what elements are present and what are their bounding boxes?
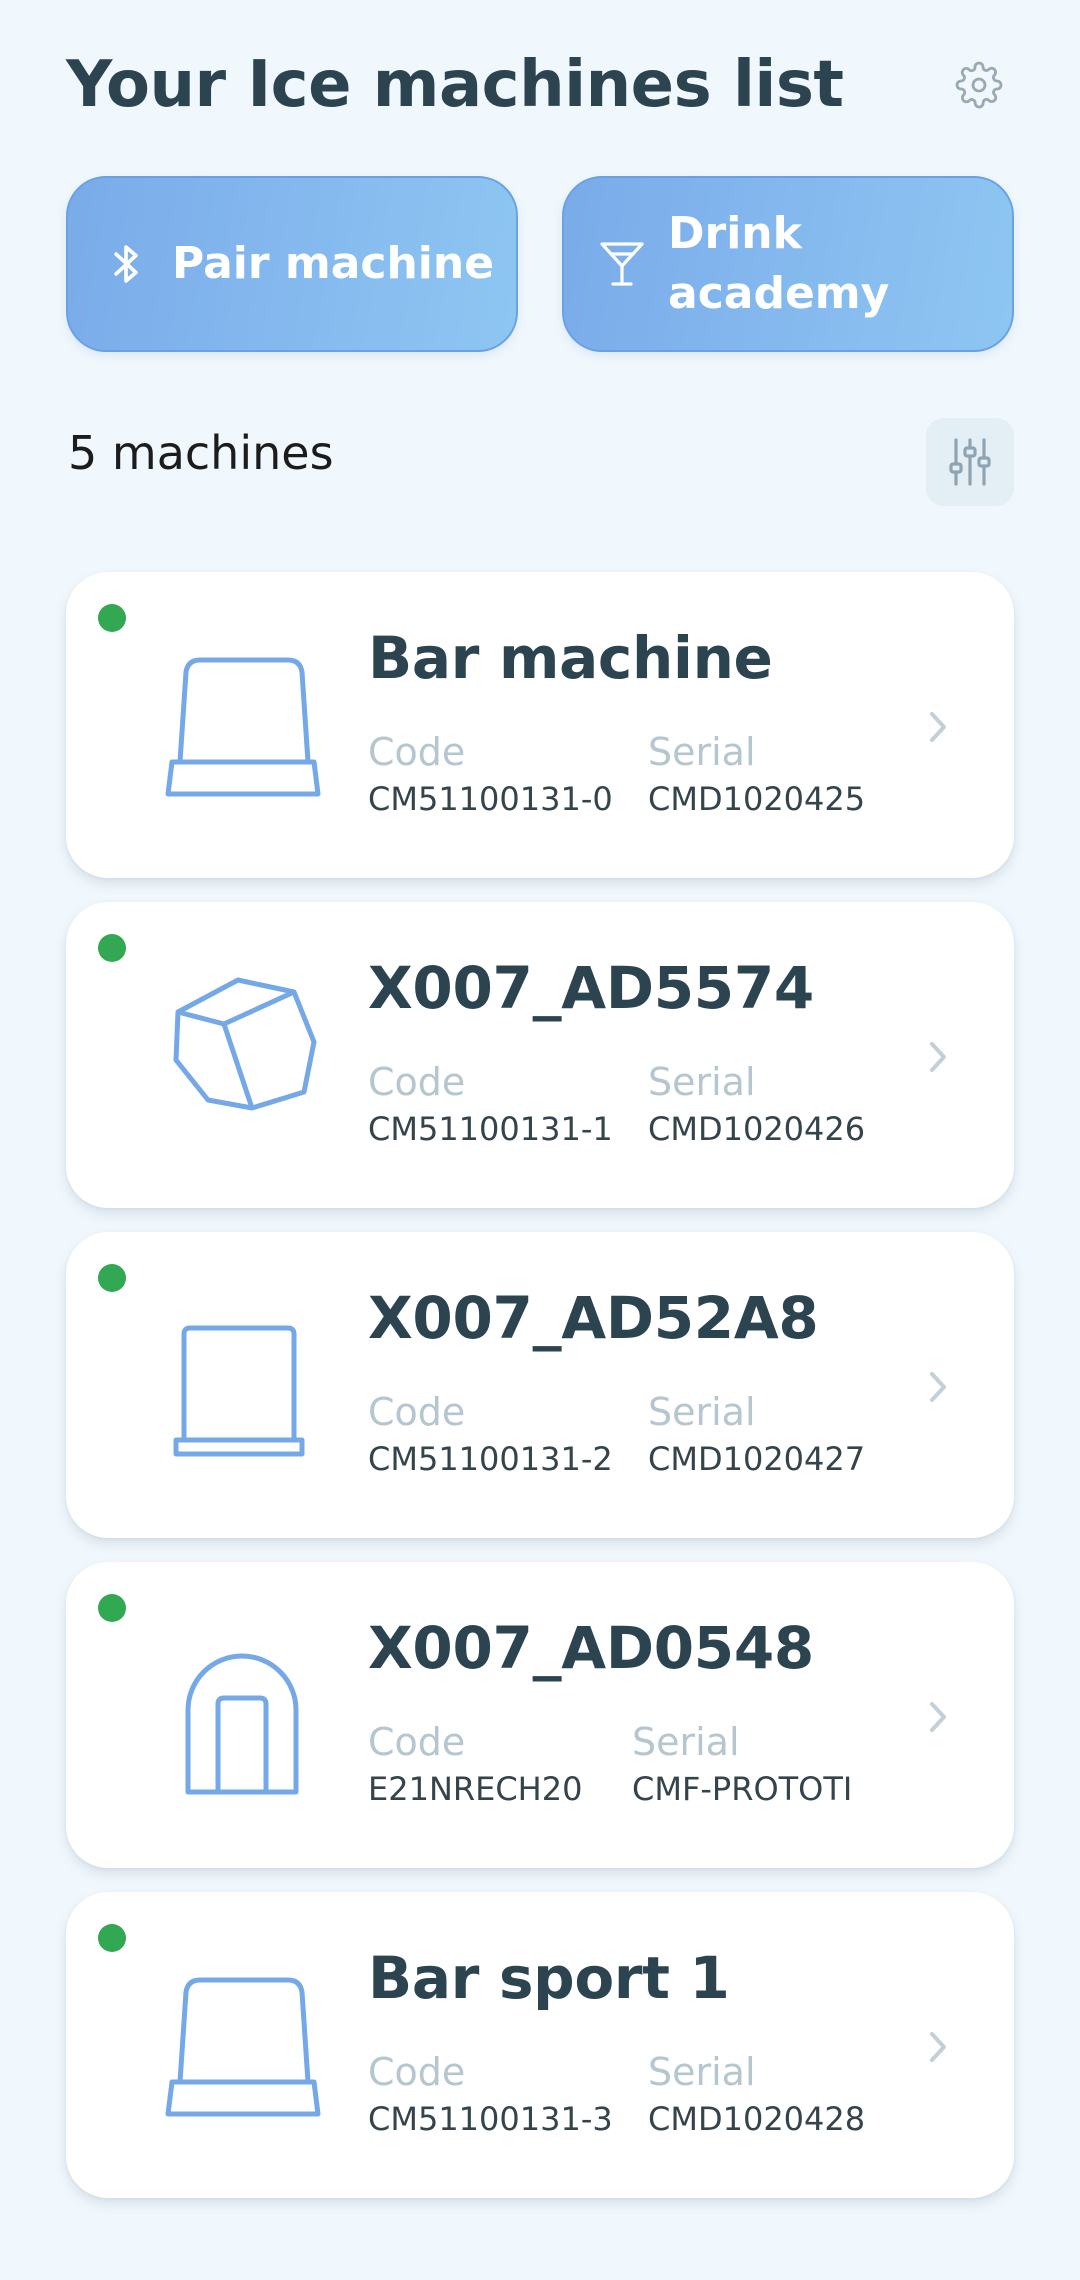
serial-label: Serial [648,2050,756,2094]
status-online-dot [98,1924,126,1952]
gear-icon [955,61,1003,109]
code-value: CM51100131-0 [368,780,613,818]
machine-count-row: 5 machines [66,412,1014,508]
machine-name: X007_AD52A8 [368,1284,819,1352]
machine-name: X007_AD0548 [368,1614,814,1682]
code-value: CM51100131-3 [368,2100,613,2138]
bucket-ice-icon [165,1977,321,2117]
machine-name: Bar machine [368,624,773,692]
status-online-dot [98,1594,126,1622]
machine-count: 5 machines [68,426,334,480]
machine-name: Bar sport 1 [368,1944,730,2012]
serial-value: CMD1020425 [648,780,866,818]
code-value: E21NRECH20 [368,1770,583,1808]
machine-card[interactable]: Bar machine Code Serial CM51100131-0 CMD… [66,572,1014,878]
cocktail-glass-icon [594,236,650,292]
page-title: Your Ice machines list [66,48,844,122]
machine-name: X007_AD5574 [368,954,814,1022]
code-label: Code [368,1390,466,1434]
serial-label: Serial [632,1720,740,1764]
serial-value: CMF-PROTOTI [632,1770,853,1808]
machine-card[interactable]: X007_AD0548 Code Serial E21NRECH20 CMF-P… [66,1562,1014,1868]
pair-machine-button[interactable]: Pair machine [66,176,518,352]
screen: Your Ice machines list Pair machine Drin… [0,0,1080,2280]
chevron-right-icon [930,1372,946,1402]
serial-label: Serial [648,730,756,774]
code-value: CM51100131-2 [368,1440,613,1478]
serial-value: CMD1020427 [648,1440,866,1478]
serial-label: Serial [648,1390,756,1434]
status-online-dot [98,604,126,632]
header: Your Ice machines list [66,40,1014,130]
code-label: Code [368,2050,466,2094]
code-label: Code [368,1720,466,1764]
action-buttons: Pair machine Drink academy [66,176,1014,352]
filter-button[interactable] [926,418,1014,506]
serial-value: CMD1020426 [648,1110,866,1148]
bucket-ice-icon [165,657,321,797]
machine-card[interactable]: X007_AD5574 Code Serial CM51100131-1 CMD… [66,902,1014,1208]
chevron-right-icon [930,1042,946,1072]
chevron-right-icon [930,1702,946,1732]
cube-ice-icon [173,977,317,1111]
chevron-right-icon [930,712,946,742]
machine-card[interactable]: X007_AD52A8 Code Serial CM51100131-2 CMD… [66,1232,1014,1538]
status-online-dot [98,934,126,962]
chevron-right-icon [930,2032,946,2062]
status-online-dot [98,1264,126,1292]
code-value: CM51100131-1 [368,1110,613,1148]
arch-ice-icon [185,1653,299,1795]
drink-academy-label: Drink academy [668,208,890,319]
code-label: Code [368,730,466,774]
serial-value: CMD1020428 [648,2100,866,2138]
serial-label: Serial [648,1060,756,1104]
machine-card[interactable]: Bar sport 1 Code Serial CM51100131-3 CMD… [66,1892,1014,2198]
settings-button[interactable] [944,50,1014,120]
square-ice-icon [173,1325,305,1457]
bluetooth-icon [98,236,154,292]
code-label: Code [368,1060,466,1104]
pair-machine-label: Pair machine [172,238,495,289]
sliders-icon [949,438,991,486]
drink-academy-button[interactable]: Drink academy [562,176,1014,352]
